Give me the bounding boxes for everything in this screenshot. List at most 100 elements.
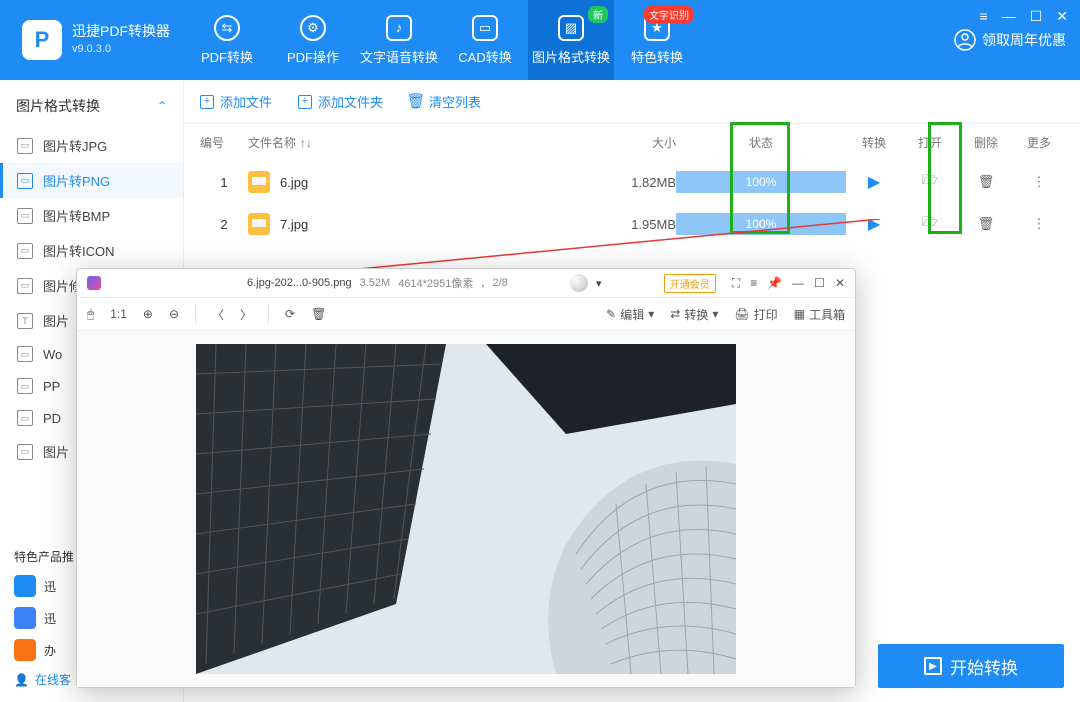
claim-offer[interactable]: 领取周年优惠 (954, 29, 1080, 51)
cell-status: 100% (676, 213, 846, 235)
app-icon (14, 575, 36, 597)
user-circle-icon (954, 29, 976, 51)
highlight-filename (109, 276, 239, 290)
convert-menu[interactable]: ⇄ 转换 ▾ (670, 306, 718, 323)
doc-icon: T (17, 313, 33, 329)
sidebar-item-icon[interactable]: ▭图片转ICON (0, 233, 183, 268)
sidebar-item-png[interactable]: ▭图片转PNG (0, 163, 183, 198)
edit-menu[interactable]: ✎ 编辑 ▾ (606, 306, 654, 323)
more-button[interactable]: ⋮ (1014, 174, 1064, 190)
app-name: 迅捷PDF转换器 (72, 22, 170, 40)
th-delete: 删除 (958, 134, 1014, 151)
sidebar-item-bmp[interactable]: ▭图片转BMP (0, 198, 183, 233)
sidebar-item-jpg[interactable]: ▭图片转JPG (0, 128, 183, 163)
file-toolbar: +添加文件 +添加文件夹 🗑清空列表 (184, 80, 1080, 124)
plus-icon: + (298, 95, 312, 109)
th-status: 状态 (676, 134, 846, 151)
doc-icon: ▭ (17, 138, 33, 154)
nav-image-format[interactable]: 新▨图片格式转换 (528, 0, 614, 80)
cad-icon: ▭ (472, 15, 498, 41)
sidebar-category[interactable]: 图片格式转换 ⌃ (0, 88, 183, 128)
viewer-titlebar[interactable]: 6.jpg-202...0-905.png 3.52M 4614*2951像素,… (77, 269, 855, 297)
mouse-tool[interactable]: 🖱 (87, 307, 94, 322)
logo-area: P 迅捷PDF转换器 v9.0.3.0 (0, 20, 184, 60)
cell-size: 1.82MB (588, 175, 676, 190)
cell-index: 2 (200, 217, 248, 232)
image-viewer-window: 6.jpg-202...0-905.png 3.52M 4614*2951像素,… (76, 268, 856, 688)
app-icon (14, 607, 36, 629)
open-folder-button[interactable]: 🗁 (902, 213, 958, 235)
vip-badge[interactable]: 开通会员 (664, 274, 716, 293)
pin-icon[interactable]: 📌 (767, 276, 782, 291)
delete-tool[interactable]: 🗑 (311, 307, 326, 321)
th-open: 打开 (902, 134, 958, 151)
nav-pdf-convert[interactable]: ⇆PDF转换 (184, 0, 270, 80)
menu-icon[interactable]: ≡ (980, 8, 988, 25)
play-icon: ▶ (924, 657, 942, 675)
cell-size: 1.95MB (588, 217, 676, 232)
cell-index: 1 (200, 175, 248, 190)
print-button[interactable]: 🖨 打印 (734, 306, 777, 323)
next-image[interactable]: 〉 (240, 306, 252, 323)
viewer-toolbar: 🖱 1:1 ⊕ ⊖ 〈 〉 ⟳ 🗑 ✎ 编辑 ▾ ⇄ 转换 ▾ 🖨 打印 ▦ 工… (77, 297, 855, 331)
start-convert-button[interactable]: ▶ 开始转换 (878, 644, 1064, 688)
th-convert: 转换 (846, 134, 902, 151)
rotate-tool[interactable]: ⟳ (285, 307, 295, 321)
nav-special[interactable]: 文字识别★特色转换 (614, 0, 700, 80)
toolbox-button[interactable]: ▦ 工具箱 (794, 306, 845, 323)
viewer-canvas[interactable] (77, 331, 855, 687)
th-index: 编号 (200, 134, 248, 151)
add-folder-button[interactable]: +添加文件夹 (298, 92, 383, 111)
open-folder-button[interactable]: 🗁 (902, 171, 958, 193)
doc-icon: ▭ (17, 346, 33, 362)
app-header: P 迅捷PDF转换器 v9.0.3.0 ⇆PDF转换 ⚙PDF操作 ♪文字语音转… (0, 0, 1080, 80)
sort-icon: ↑↓ (300, 136, 312, 150)
viewer-page: 2/8 (492, 277, 507, 289)
convert-button[interactable]: ▶ (846, 172, 902, 192)
app-icon (14, 639, 36, 661)
clear-list-button[interactable]: 🗑清空列表 (409, 92, 481, 111)
th-name[interactable]: 文件名称↑↓ (248, 134, 588, 151)
fullscreen-icon[interactable]: ⛶ (732, 276, 740, 291)
dropdown-icon[interactable]: ▾ (596, 277, 602, 290)
fit-tool[interactable]: 1:1 (110, 307, 127, 321)
nav-tts[interactable]: ♪文字语音转换 (356, 0, 442, 80)
more-button[interactable]: ⋮ (1014, 216, 1064, 232)
nav-cad[interactable]: ▭CAD转换 (442, 0, 528, 80)
ocr-badge: 文字识别 (644, 6, 694, 23)
table-row: 2 7.jpg 1.95MB 100% ▶ 🗁 🗑 ⋮ (184, 203, 1080, 245)
close-icon[interactable]: ✕ (1056, 8, 1068, 25)
window-controls: ≡ — ☐ ✕ (980, 8, 1068, 25)
swap-icon: ⇆ (214, 15, 240, 41)
person-icon: 👤 (14, 673, 29, 687)
cell-name: 7.jpg (248, 213, 588, 235)
avatar-icon[interactable] (570, 274, 588, 292)
zoom-in-tool[interactable]: ⊕ (143, 307, 153, 321)
chevron-up-icon: ⌃ (157, 99, 167, 113)
convert-button[interactable]: ▶ (846, 214, 902, 234)
minimize-icon[interactable]: — (1002, 8, 1016, 25)
viewer-window-controls: ⛶ ≡ 📌 — ☐ ✕ (732, 276, 845, 291)
doc-icon: ▭ (17, 208, 33, 224)
trash-icon: 🗑 (409, 95, 423, 109)
maximize-icon[interactable]: ☐ (814, 276, 825, 291)
cell-name: 6.jpg (248, 171, 588, 193)
minimize-icon[interactable]: — (792, 276, 804, 291)
app-logo: P (22, 20, 62, 60)
gear-icon: ⚙ (300, 15, 326, 41)
cell-status: 100% (676, 171, 846, 193)
nav-pdf-ops[interactable]: ⚙PDF操作 (270, 0, 356, 80)
list-icon[interactable]: ≡ (750, 276, 757, 291)
th-more: 更多 (1014, 134, 1064, 151)
prev-image[interactable]: 〈 (212, 306, 224, 323)
close-icon[interactable]: ✕ (835, 276, 845, 291)
delete-button[interactable]: 🗑 (958, 216, 1014, 232)
zoom-out-tool[interactable]: ⊖ (169, 307, 179, 321)
viewer-logo-icon (87, 276, 101, 290)
app-version: v9.0.3.0 (72, 40, 170, 58)
delete-button[interactable]: 🗑 (958, 174, 1014, 190)
viewer-filename: 6.jpg-202...0-905.png (247, 277, 352, 289)
viewer-dimensions: 4614*2951像素 (398, 275, 473, 291)
maximize-icon[interactable]: ☐ (1030, 8, 1043, 25)
add-file-button[interactable]: +添加文件 (200, 92, 272, 111)
